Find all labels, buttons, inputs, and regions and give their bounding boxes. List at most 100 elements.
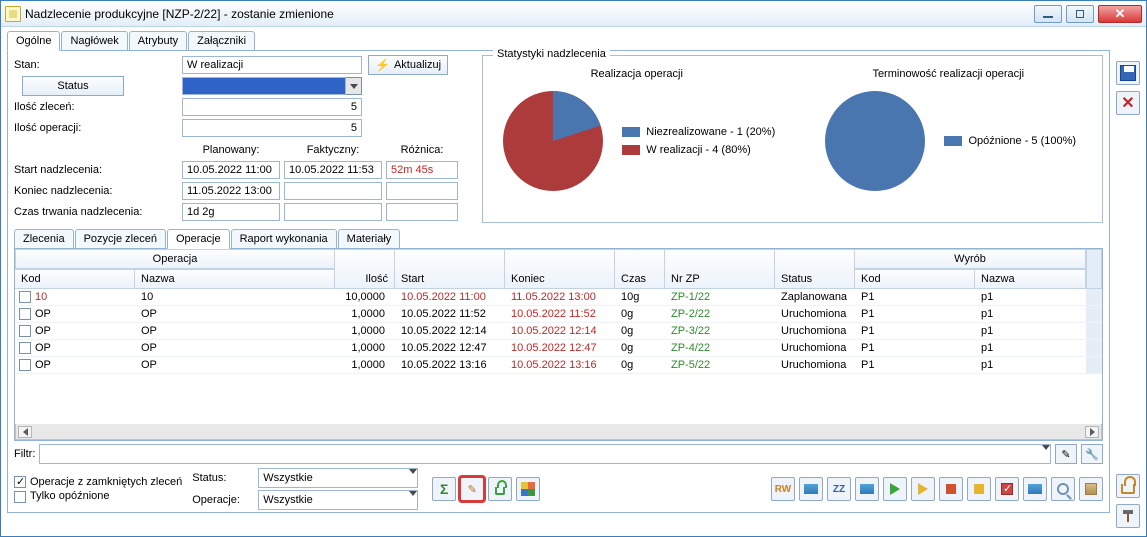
tab-materialy[interactable]: Materiały bbox=[338, 229, 401, 249]
filter-edit-button[interactable]: ✎ bbox=[1055, 444, 1077, 464]
close-button[interactable]: ✕ bbox=[1098, 5, 1142, 23]
zz-export-button[interactable] bbox=[855, 477, 879, 501]
chk-tylko-opoznione[interactable]: Tylko opóźnione bbox=[14, 490, 110, 502]
table-cell[interactable]: OP bbox=[135, 323, 335, 340]
table-cell[interactable]: 10.05.2022 12:47 bbox=[505, 340, 615, 357]
start-fakt[interactable]: 10.05.2022 11:53 bbox=[284, 161, 382, 179]
zz-button[interactable]: ZZ bbox=[827, 477, 851, 501]
tab-zlecenia[interactable]: Zlecenia bbox=[14, 229, 74, 249]
lock-green-button[interactable] bbox=[488, 477, 512, 501]
table-cell[interactable]: 10 bbox=[15, 289, 135, 306]
tab-pozycje[interactable]: Pozycje zleceń bbox=[75, 229, 166, 249]
operacje-filter-arrow[interactable] bbox=[409, 491, 417, 509]
table-cell[interactable]: P1 bbox=[855, 357, 975, 374]
table-cell[interactable]: 0g bbox=[615, 306, 665, 323]
status-select-arrow[interactable] bbox=[346, 77, 362, 95]
operations-table[interactable]: Operacja Ilość Start Koniec Czas Nr ZP S… bbox=[15, 249, 1102, 374]
search-button[interactable] bbox=[1051, 477, 1075, 501]
chk-operacje-zamkniete[interactable]: ✓Operacje z zamkniętych zleceń bbox=[14, 476, 182, 488]
edit-row-button[interactable]: ✎ bbox=[460, 477, 484, 501]
unlock-button[interactable] bbox=[1116, 474, 1140, 498]
table-cell[interactable]: ZP-1/22 bbox=[665, 289, 775, 306]
table-cell[interactable]: 10 bbox=[135, 289, 335, 306]
col-ilosc[interactable]: Ilość bbox=[335, 249, 395, 289]
koniec-plan[interactable]: 11.05.2022 13:00 bbox=[182, 182, 280, 200]
koniec-fakt[interactable] bbox=[284, 182, 382, 200]
maximize-button[interactable] bbox=[1066, 5, 1094, 23]
table-cell[interactable]: OP bbox=[15, 323, 135, 340]
table-cell[interactable]: 1,0000 bbox=[335, 357, 395, 374]
tools-button[interactable] bbox=[1116, 504, 1140, 528]
table-cell[interactable]: p1 bbox=[975, 306, 1086, 323]
palette-button[interactable] bbox=[516, 477, 540, 501]
stop2-button[interactable] bbox=[967, 477, 991, 501]
table-cell[interactable]: p1 bbox=[975, 289, 1086, 306]
table-cell[interactable]: ZP-2/22 bbox=[665, 306, 775, 323]
table-cell[interactable]: 10.05.2022 13:16 bbox=[505, 357, 615, 374]
sum-button[interactable]: Σ bbox=[432, 477, 456, 501]
tab-ogolne[interactable]: Ogólne bbox=[7, 31, 60, 51]
table-cell[interactable]: p1 bbox=[975, 323, 1086, 340]
table-cell[interactable]: 0g bbox=[615, 357, 665, 374]
delete-button[interactable] bbox=[1079, 477, 1103, 501]
status-select[interactable] bbox=[182, 77, 346, 95]
table-cell[interactable]: Uruchomiona bbox=[775, 340, 855, 357]
table-cell[interactable]: 10.05.2022 11:00 bbox=[395, 289, 505, 306]
tab-atrybuty[interactable]: Atrybuty bbox=[129, 31, 187, 51]
table-cell[interactable]: ZP-4/22 bbox=[665, 340, 775, 357]
col-kod[interactable]: Kod bbox=[15, 269, 135, 289]
col-nrzp[interactable]: Nr ZP bbox=[665, 249, 775, 289]
col-status[interactable]: Status bbox=[775, 249, 855, 289]
table-cell[interactable]: p1 bbox=[975, 340, 1086, 357]
table-cell[interactable]: Zaplanowana bbox=[775, 289, 855, 306]
col-nazwa[interactable]: Nazwa bbox=[135, 269, 335, 289]
table-cell[interactable]: P1 bbox=[855, 289, 975, 306]
table-cell[interactable]: P1 bbox=[855, 340, 975, 357]
export-button[interactable] bbox=[1023, 477, 1047, 501]
table-cell[interactable]: 1,0000 bbox=[335, 323, 395, 340]
rw-button[interactable]: RW bbox=[771, 477, 795, 501]
table-cell[interactable] bbox=[1086, 289, 1102, 306]
col-koniec[interactable]: Koniec bbox=[505, 249, 615, 289]
table-cell[interactable]: OP bbox=[15, 357, 135, 374]
table-cell[interactable]: OP bbox=[15, 306, 135, 323]
table-cell[interactable]: 0g bbox=[615, 340, 665, 357]
table-cell[interactable]: 10.05.2022 11:52 bbox=[395, 306, 505, 323]
filter-tool-button[interactable]: 🔧 bbox=[1081, 444, 1103, 464]
table-cell[interactable]: P1 bbox=[855, 323, 975, 340]
tab-raport[interactable]: Raport wykonania bbox=[231, 229, 337, 249]
col-wkod[interactable]: Kod bbox=[855, 269, 975, 289]
scrollbar-horizontal[interactable] bbox=[15, 424, 1102, 440]
table-cell[interactable]: ZP-5/22 bbox=[665, 357, 775, 374]
status-button[interactable]: Status bbox=[22, 76, 124, 96]
minimize-button[interactable] bbox=[1034, 5, 1062, 23]
table-cell[interactable]: P1 bbox=[855, 306, 975, 323]
table-cell[interactable]: 0g bbox=[615, 323, 665, 340]
stop-button[interactable] bbox=[939, 477, 963, 501]
table-cell[interactable] bbox=[1086, 323, 1102, 340]
play2-button[interactable] bbox=[911, 477, 935, 501]
col-group-operacja[interactable]: Operacja bbox=[15, 249, 335, 269]
table-cell[interactable]: 10.05.2022 13:16 bbox=[395, 357, 505, 374]
table-cell[interactable]: 10.05.2022 12:47 bbox=[395, 340, 505, 357]
table-cell[interactable]: Uruchomiona bbox=[775, 357, 855, 374]
col-group-wyrob[interactable]: Wyrób bbox=[855, 249, 1086, 269]
tab-operacje[interactable]: Operacje bbox=[167, 229, 230, 249]
table-cell[interactable]: 1,0000 bbox=[335, 340, 395, 357]
table-cell[interactable]: Uruchomiona bbox=[775, 323, 855, 340]
table-cell[interactable]: 1,0000 bbox=[335, 306, 395, 323]
table-cell[interactable]: Uruchomiona bbox=[775, 306, 855, 323]
rw-export-button[interactable] bbox=[799, 477, 823, 501]
table-cell[interactable]: 10.05.2022 12:14 bbox=[505, 323, 615, 340]
tab-zalaczniki[interactable]: Załączniki bbox=[188, 31, 255, 51]
table-cell[interactable]: OP bbox=[135, 340, 335, 357]
table-cell[interactable]: OP bbox=[135, 357, 335, 374]
table-cell[interactable]: OP bbox=[15, 340, 135, 357]
status-filter-select[interactable]: Wszystkie bbox=[259, 469, 409, 487]
col-start[interactable]: Start bbox=[395, 249, 505, 289]
table-cell[interactable]: ZP-3/22 bbox=[665, 323, 775, 340]
flag-button[interactable] bbox=[995, 477, 1019, 501]
scrollbar-vertical[interactable] bbox=[1086, 249, 1102, 289]
operacje-filter-select[interactable]: Wszystkie bbox=[259, 491, 409, 509]
table-cell[interactable]: 10.05.2022 12:14 bbox=[395, 323, 505, 340]
